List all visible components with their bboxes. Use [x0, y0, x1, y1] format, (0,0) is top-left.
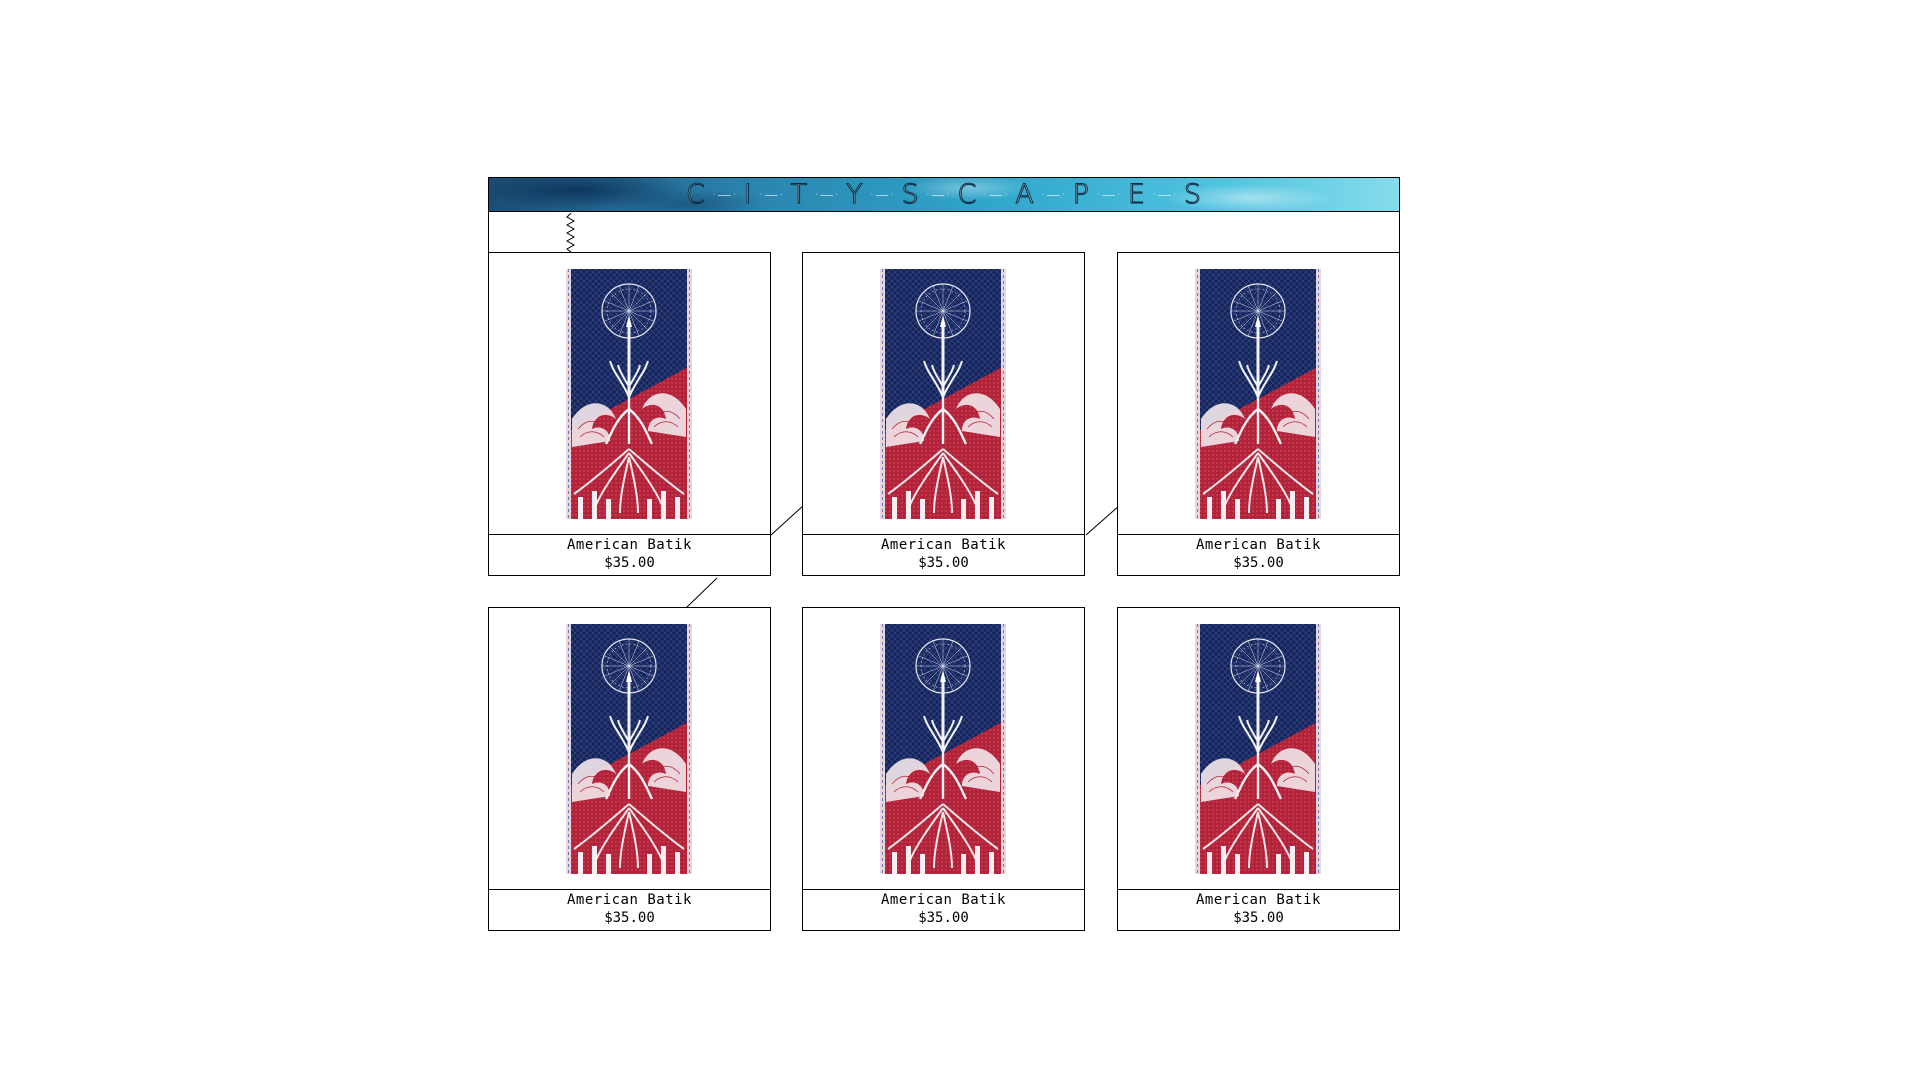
product-card[interactable]: American Batik $35.00	[1117, 607, 1400, 931]
product-image[interactable]	[566, 269, 692, 519]
product-name[interactable]: American Batik	[1118, 537, 1399, 553]
product-image[interactable]	[566, 624, 692, 874]
banner-letter: Y	[846, 179, 864, 211]
banner-letter: S	[1183, 179, 1202, 211]
product-image-frame[interactable]	[1117, 252, 1400, 535]
product-info: American Batik $35.00	[1117, 535, 1400, 576]
banner-letter: P	[1072, 179, 1090, 211]
product-info: American Batik $35.00	[802, 890, 1085, 931]
product-name[interactable]: American Batik	[803, 537, 1084, 553]
product-image[interactable]	[1195, 624, 1321, 874]
product-image-frame[interactable]	[802, 252, 1085, 535]
banner-letter: C	[686, 179, 706, 211]
product-image-frame[interactable]	[488, 252, 771, 535]
banner-letter: S	[901, 179, 920, 211]
banner-letter: I	[743, 179, 753, 211]
product-card[interactable]: American Batik $35.00	[1117, 252, 1400, 576]
product-image-frame[interactable]	[1117, 607, 1400, 890]
separator-dot: ·—·	[1095, 186, 1122, 203]
connector-line	[685, 577, 718, 609]
banner-letter: A	[1015, 179, 1035, 211]
product-card[interactable]: American Batik $35.00	[802, 607, 1085, 931]
product-info: American Batik $35.00	[802, 535, 1085, 576]
product-name[interactable]: American Batik	[489, 892, 770, 908]
product-price: $35.00	[604, 555, 655, 571]
product-name[interactable]: American Batik	[489, 537, 770, 553]
banner-letter: T	[790, 179, 809, 211]
banner-title: C ·—· I ·—· T ·—· Y ·—· S ·—· C ·—· A ·—…	[489, 178, 1399, 211]
product-info: American Batik $35.00	[1117, 890, 1400, 931]
separator-dot: ·—·	[814, 186, 841, 203]
separator-dot: ·—·	[1151, 186, 1178, 203]
zigzag-decoration	[566, 213, 576, 254]
banner-subbar	[488, 212, 1400, 253]
connector-line	[1085, 504, 1121, 536]
product-info: American Batik $35.00	[488, 890, 771, 931]
product-price: $35.00	[1233, 910, 1284, 926]
banner-letter: C	[957, 179, 978, 211]
product-price: $35.00	[604, 910, 655, 926]
product-info: American Batik $35.00	[488, 535, 771, 576]
separator-dot: ·—·	[983, 186, 1010, 203]
separator-dot: ·—·	[711, 186, 738, 203]
product-name[interactable]: American Batik	[803, 892, 1084, 908]
product-card[interactable]: American Batik $35.00	[488, 252, 771, 576]
product-image[interactable]	[880, 624, 1006, 874]
product-card[interactable]: American Batik $35.00	[802, 252, 1085, 576]
connector-line	[770, 504, 805, 536]
collection-banner: C ·—· I ·—· T ·—· Y ·—· S ·—· C ·—· A ·—…	[488, 177, 1400, 212]
separator-dot: ·—·	[925, 186, 952, 203]
banner-letter: E	[1127, 179, 1146, 211]
separator-dot: ·—·	[1040, 186, 1067, 203]
product-price: $35.00	[918, 910, 969, 926]
product-image-frame[interactable]	[802, 607, 1085, 890]
product-image-frame[interactable]	[488, 607, 771, 890]
product-price: $35.00	[918, 555, 969, 571]
product-image[interactable]	[1195, 269, 1321, 519]
product-name[interactable]: American Batik	[1118, 892, 1399, 908]
product-image[interactable]	[880, 269, 1006, 519]
product-card[interactable]: American Batik $35.00	[488, 607, 771, 931]
separator-dot: ·—·	[869, 186, 896, 203]
product-price: $35.00	[1233, 555, 1284, 571]
separator-dot: ·—·	[758, 186, 785, 203]
